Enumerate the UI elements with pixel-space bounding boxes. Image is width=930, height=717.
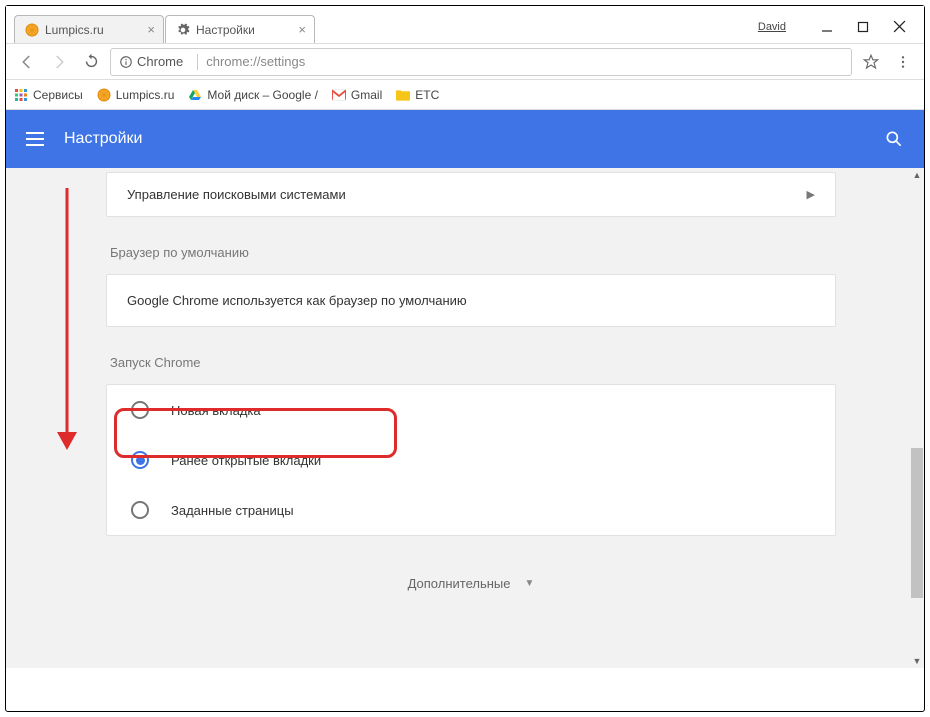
close-icon[interactable]: × xyxy=(292,22,306,37)
scrollbar[interactable]: ▲ ▼ xyxy=(910,168,924,668)
chevron-right-icon: ▶ xyxy=(807,188,815,201)
hamburger-icon[interactable] xyxy=(26,132,44,146)
gear-icon xyxy=(176,23,190,37)
advanced-label: Дополнительные xyxy=(408,576,511,591)
radio-icon xyxy=(131,401,149,419)
secure-origin-label: Chrome xyxy=(137,54,183,69)
divider xyxy=(197,54,198,70)
tab-label: Настройки xyxy=(196,23,255,37)
startup-option-continue[interactable]: Ранее открытые вкладки xyxy=(107,435,835,485)
window-controls: David xyxy=(758,6,924,43)
drive-icon xyxy=(188,88,202,102)
bookmark-label: Мой диск – Google / xyxy=(207,88,318,102)
radio-label: Заданные страницы xyxy=(171,503,294,518)
address-bar[interactable]: Chrome chrome://settings xyxy=(110,48,852,76)
radio-label: Новая вкладка xyxy=(171,403,261,418)
info-icon xyxy=(119,55,133,69)
reload-icon[interactable] xyxy=(78,49,104,75)
annotation-arrow-icon xyxy=(52,188,82,450)
startup-option-new-tab[interactable]: Новая вкладка xyxy=(107,385,835,435)
tab-strip: Lumpics.ru × Настройки × xyxy=(6,6,758,43)
tab-settings[interactable]: Настройки × xyxy=(165,15,315,43)
scroll-down-icon[interactable]: ▼ xyxy=(910,654,924,668)
orange-icon xyxy=(25,23,39,37)
orange-icon xyxy=(97,88,111,102)
secure-origin-chip: Chrome xyxy=(119,54,183,69)
settings-content: ▲ ▼ Управление поисковыми системами ▶ Бр… xyxy=(6,168,924,668)
scroll-up-icon[interactable]: ▲ xyxy=(910,168,924,182)
settings-panel: Управление поисковыми системами ▶ Браузе… xyxy=(106,168,836,591)
bookmark-label: Сервисы xyxy=(33,88,83,102)
section-default-browser-label: Браузер по умолчанию xyxy=(110,245,836,260)
startup-option-specific-pages[interactable]: Заданные страницы xyxy=(107,485,835,535)
search-icon[interactable] xyxy=(884,129,904,149)
bookmark-lumpics[interactable]: Lumpics.ru xyxy=(97,88,175,102)
bookmark-etc[interactable]: ETC xyxy=(396,88,439,102)
radio-icon xyxy=(131,501,149,519)
radio-checked-icon xyxy=(131,451,149,469)
radio-label: Ранее открытые вкладки xyxy=(171,453,321,468)
advanced-toggle[interactable]: Дополнительные ▼ xyxy=(106,576,836,591)
bookmark-label: Gmail xyxy=(351,88,382,102)
gmail-icon xyxy=(332,88,346,102)
maximize-icon[interactable] xyxy=(856,20,870,34)
search-engines-card: Управление поисковыми системами ▶ xyxy=(106,172,836,217)
bookmarks-bar: Сервисы Lumpics.ru Мой диск – Google / G… xyxy=(6,80,924,110)
close-icon[interactable]: × xyxy=(141,22,155,37)
bookmark-drive[interactable]: Мой диск – Google / xyxy=(188,88,318,102)
bookmark-apps[interactable]: Сервисы xyxy=(14,88,83,102)
bookmark-label: Lumpics.ru xyxy=(116,88,175,102)
default-browser-text: Google Chrome используется как браузер п… xyxy=(127,293,467,308)
window-close-icon[interactable] xyxy=(892,20,906,34)
window-titlebar: Lumpics.ru × Настройки × David xyxy=(6,6,924,44)
section-startup-label: Запуск Chrome xyxy=(110,355,836,370)
minimize-icon[interactable] xyxy=(820,20,834,34)
bookmark-star-icon[interactable] xyxy=(858,49,884,75)
forward-icon[interactable] xyxy=(46,49,72,75)
chevron-down-icon: ▼ xyxy=(525,578,535,589)
apps-icon xyxy=(14,88,28,102)
toolbar: Chrome chrome://settings xyxy=(6,44,924,80)
scrollbar-thumb[interactable] xyxy=(911,448,923,598)
bookmark-gmail[interactable]: Gmail xyxy=(332,88,382,102)
settings-title: Настройки xyxy=(64,130,142,148)
user-profile-label[interactable]: David xyxy=(758,21,786,33)
tab-lumpics[interactable]: Lumpics.ru × xyxy=(14,15,164,43)
settings-header: Настройки xyxy=(6,110,924,168)
manage-search-engines-row[interactable]: Управление поисковыми системами ▶ xyxy=(107,173,835,216)
folder-icon xyxy=(396,88,410,102)
bookmark-label: ETC xyxy=(415,88,439,102)
back-icon[interactable] xyxy=(14,49,40,75)
kebab-menu-icon[interactable] xyxy=(890,49,916,75)
startup-options-card: Новая вкладка Ранее открытые вкладки Зад… xyxy=(106,384,836,536)
row-label: Управление поисковыми системами xyxy=(127,187,346,202)
default-browser-card: Google Chrome используется как браузер п… xyxy=(106,274,836,327)
tab-label: Lumpics.ru xyxy=(45,23,104,37)
url-text: chrome://settings xyxy=(206,54,305,69)
